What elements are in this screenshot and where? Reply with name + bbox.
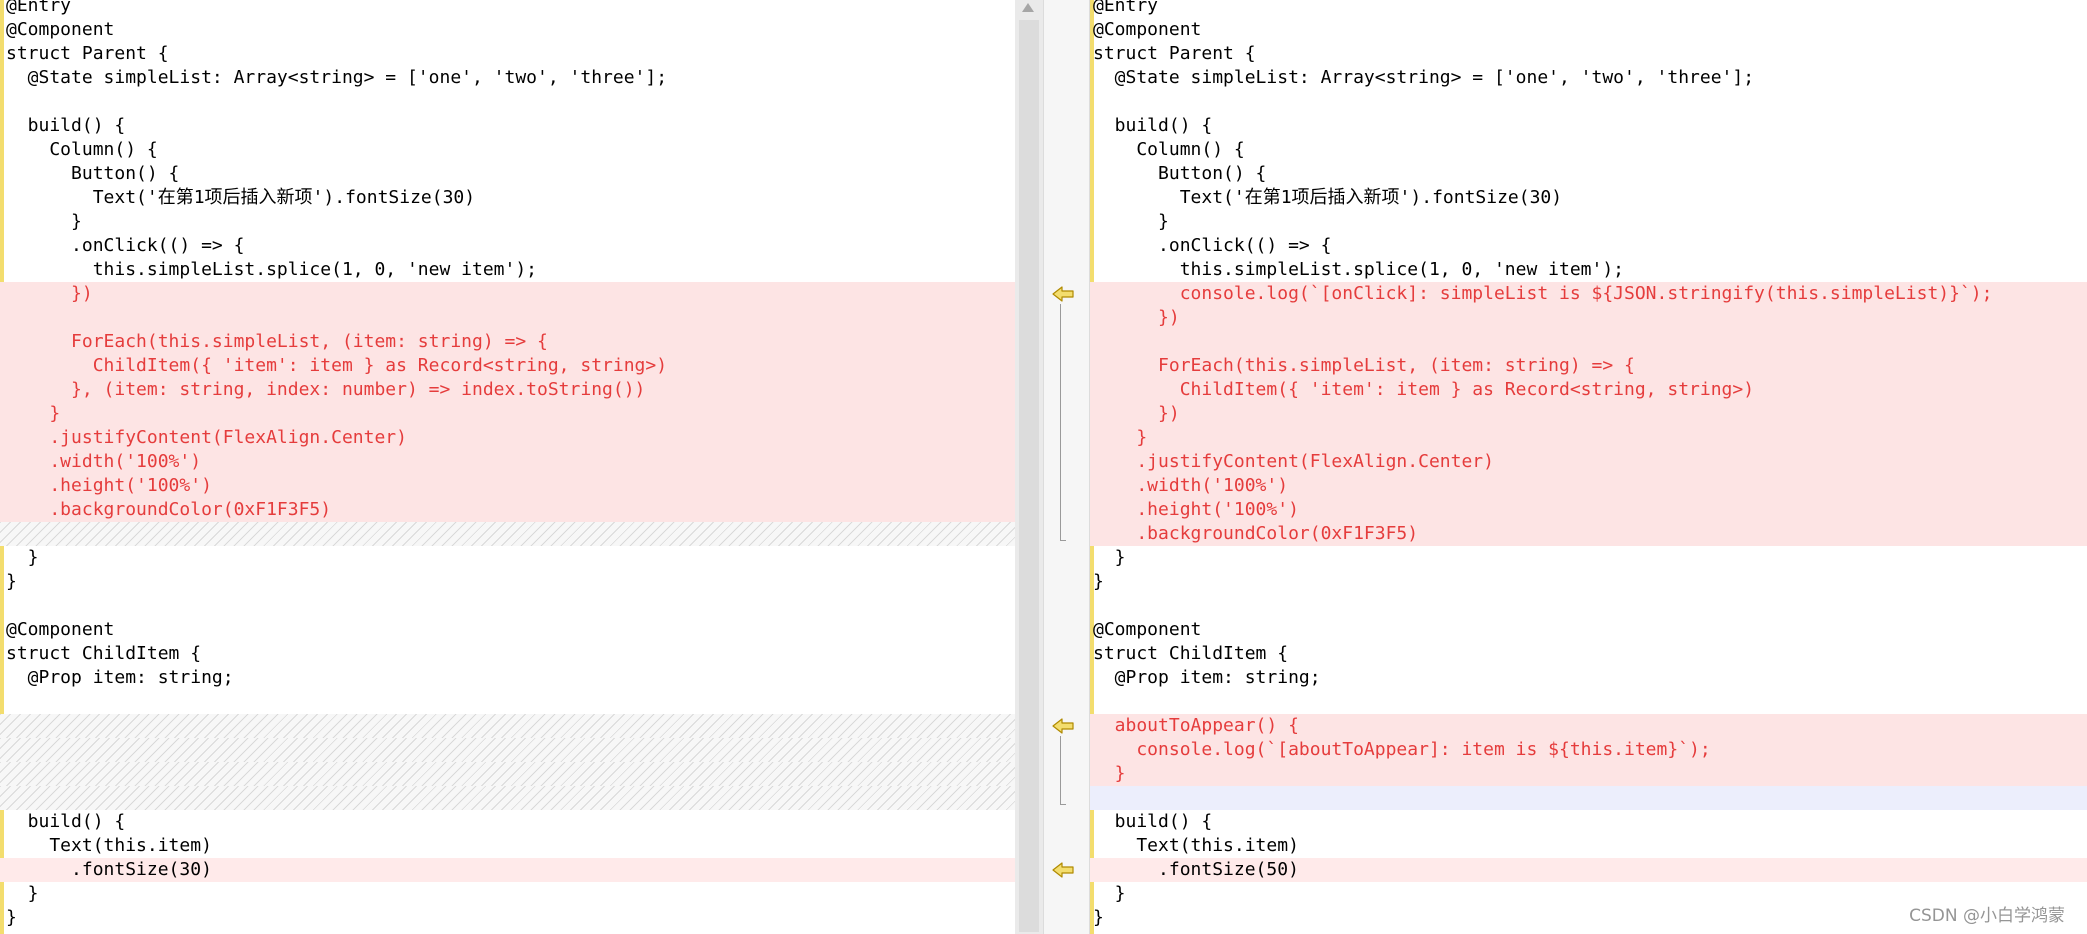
watermark: CSDN @小白学鸿蒙: [1909, 906, 2065, 926]
right-code-line[interactable]: .height('100%'): [1090, 498, 2087, 522]
right-code-line[interactable]: [1090, 90, 2087, 114]
vertical-scrollbar[interactable]: [1015, 0, 1043, 934]
left-code-line[interactable]: }: [0, 570, 1015, 594]
left-code-line[interactable]: @Prop item: string;: [0, 666, 1015, 690]
left-code-line[interactable]: ChildItem({ 'item': item } as Record<str…: [0, 354, 1015, 378]
left-code-line[interactable]: .backgroundColor(0xF1F3F5): [0, 498, 1015, 522]
left-code-line[interactable]: this.simpleList.splice(1, 0, 'new item')…: [0, 258, 1015, 282]
left-code-line[interactable]: [0, 594, 1015, 618]
change-block-bracket: [1060, 736, 1061, 804]
left-code-line[interactable]: build() {: [0, 114, 1015, 138]
left-code-line[interactable]: .width('100%'): [0, 450, 1015, 474]
right-code-line[interactable]: .fontSize(50): [1090, 858, 2087, 882]
left-code-line[interactable]: ForEach(this.simpleList, (item: string) …: [0, 330, 1015, 354]
right-code-line[interactable]: .backgroundColor(0xF1F3F5): [1090, 522, 2087, 546]
change-block-bracket: [1060, 304, 1061, 540]
left-code-line[interactable]: Button() {: [0, 162, 1015, 186]
left-code-line[interactable]: }, (item: string, index: number) => inde…: [0, 378, 1015, 402]
right-code-line[interactable]: struct Parent {: [1090, 42, 2087, 66]
right-code-line[interactable]: [1090, 594, 2087, 618]
left-code-line[interactable]: @Component: [0, 18, 1015, 42]
left-code-line[interactable]: .onClick(() => {: [0, 234, 1015, 258]
right-code-line[interactable]: ForEach(this.simpleList, (item: string) …: [1090, 354, 2087, 378]
merge-left-arrow-icon[interactable]: [1051, 717, 1075, 735]
left-code-line[interactable]: struct ChildItem {: [0, 642, 1015, 666]
left-code-line[interactable]: [0, 90, 1015, 114]
left-code-line[interactable]: [0, 762, 1015, 786]
right-code-line[interactable]: [1090, 786, 2087, 810]
right-code-line[interactable]: Column() {: [1090, 138, 2087, 162]
right-code-line[interactable]: Button() {: [1090, 162, 2087, 186]
left-code-line[interactable]: }: [0, 210, 1015, 234]
right-code-line[interactable]: .justifyContent(FlexAlign.Center): [1090, 450, 2087, 474]
left-code-line[interactable]: }: [0, 906, 1015, 930]
change-block-bracket-end: [1060, 804, 1066, 805]
right-code-line[interactable]: this.simpleList.splice(1, 0, 'new item')…: [1090, 258, 2087, 282]
right-code-line[interactable]: @Entry: [1090, 0, 2087, 18]
left-code-line[interactable]: @Component: [0, 618, 1015, 642]
merge-left-arrow-icon[interactable]: [1051, 861, 1075, 879]
right-code-pane[interactable]: @Entry @Component struct Parent { @State s…: [1090, 0, 2087, 934]
left-code-line[interactable]: Column() {: [0, 138, 1015, 162]
right-code-line[interactable]: console.log(`[onClick]: simpleList is ${…: [1090, 282, 2087, 306]
right-code-line[interactable]: struct ChildItem {: [1090, 642, 2087, 666]
right-code-line[interactable]: Text('在第1项后插入新项').fontSize(30): [1090, 186, 2087, 210]
change-block-bracket-end: [1060, 540, 1066, 541]
right-code-line[interactable]: [1090, 690, 2087, 714]
right-code-line[interactable]: }): [1090, 306, 2087, 330]
right-code-line[interactable]: .onClick(() => {: [1090, 234, 2087, 258]
right-code-line[interactable]: build() {: [1090, 114, 2087, 138]
left-code-line[interactable]: Text('在第1项后插入新项').fontSize(30): [0, 186, 1015, 210]
left-code-line[interactable]: @State simpleList: Array<string> = ['one…: [0, 66, 1015, 90]
left-code-line[interactable]: [0, 738, 1015, 762]
left-code-line[interactable]: Text(this.item): [0, 834, 1015, 858]
right-code-line[interactable]: }): [1090, 402, 2087, 426]
scroll-up-arrow-icon[interactable]: [1022, 3, 1034, 12]
left-code-line[interactable]: [0, 786, 1015, 810]
right-code-line[interactable]: }: [1090, 762, 2087, 786]
merge-gutter: [1043, 0, 1090, 934]
right-code-line[interactable]: }: [1090, 426, 2087, 450]
left-code-line[interactable]: @Entry: [0, 0, 1015, 18]
right-code-line[interactable]: [1090, 330, 2087, 354]
left-code-line[interactable]: [0, 690, 1015, 714]
left-code-line[interactable]: struct Parent {: [0, 42, 1015, 66]
merge-left-arrow-icon[interactable]: [1051, 285, 1075, 303]
right-code-line[interactable]: @Component: [1090, 18, 2087, 42]
left-code-line[interactable]: .height('100%'): [0, 474, 1015, 498]
right-code-line[interactable]: }: [1090, 210, 2087, 234]
right-code-line[interactable]: @State simpleList: Array<string> = ['one…: [1090, 66, 2087, 90]
right-code-line[interactable]: build() {: [1090, 810, 2087, 834]
left-code-line[interactable]: }: [0, 546, 1015, 570]
left-code-line[interactable]: }): [0, 282, 1015, 306]
right-code-line[interactable]: }: [1090, 570, 2087, 594]
left-code-line[interactable]: build() {: [0, 810, 1015, 834]
left-code-line[interactable]: [0, 522, 1015, 546]
right-code-line[interactable]: console.log(`[aboutToAppear]: item is ${…: [1090, 738, 2087, 762]
left-code-pane[interactable]: @Entry @Component struct Parent { @State s…: [0, 0, 1015, 934]
left-code-line[interactable]: [0, 714, 1015, 738]
scrollbar-thumb[interactable]: [1019, 20, 1039, 932]
left-code-line[interactable]: .fontSize(30): [0, 858, 1015, 882]
right-code-line[interactable]: }: [1090, 546, 2087, 570]
right-code-line[interactable]: ChildItem({ 'item': item } as Record<str…: [1090, 378, 2087, 402]
right-code-line[interactable]: @Component: [1090, 618, 2087, 642]
right-code-line[interactable]: .width('100%'): [1090, 474, 2087, 498]
left-code-line[interactable]: }: [0, 402, 1015, 426]
left-code-line[interactable]: .justifyContent(FlexAlign.Center): [0, 426, 1015, 450]
right-code-line[interactable]: aboutToAppear() {: [1090, 714, 2087, 738]
left-code-line[interactable]: }: [0, 882, 1015, 906]
right-code-line[interactable]: @Prop item: string;: [1090, 666, 2087, 690]
left-code-line[interactable]: [0, 306, 1015, 330]
right-code-line[interactable]: Text(this.item): [1090, 834, 2087, 858]
